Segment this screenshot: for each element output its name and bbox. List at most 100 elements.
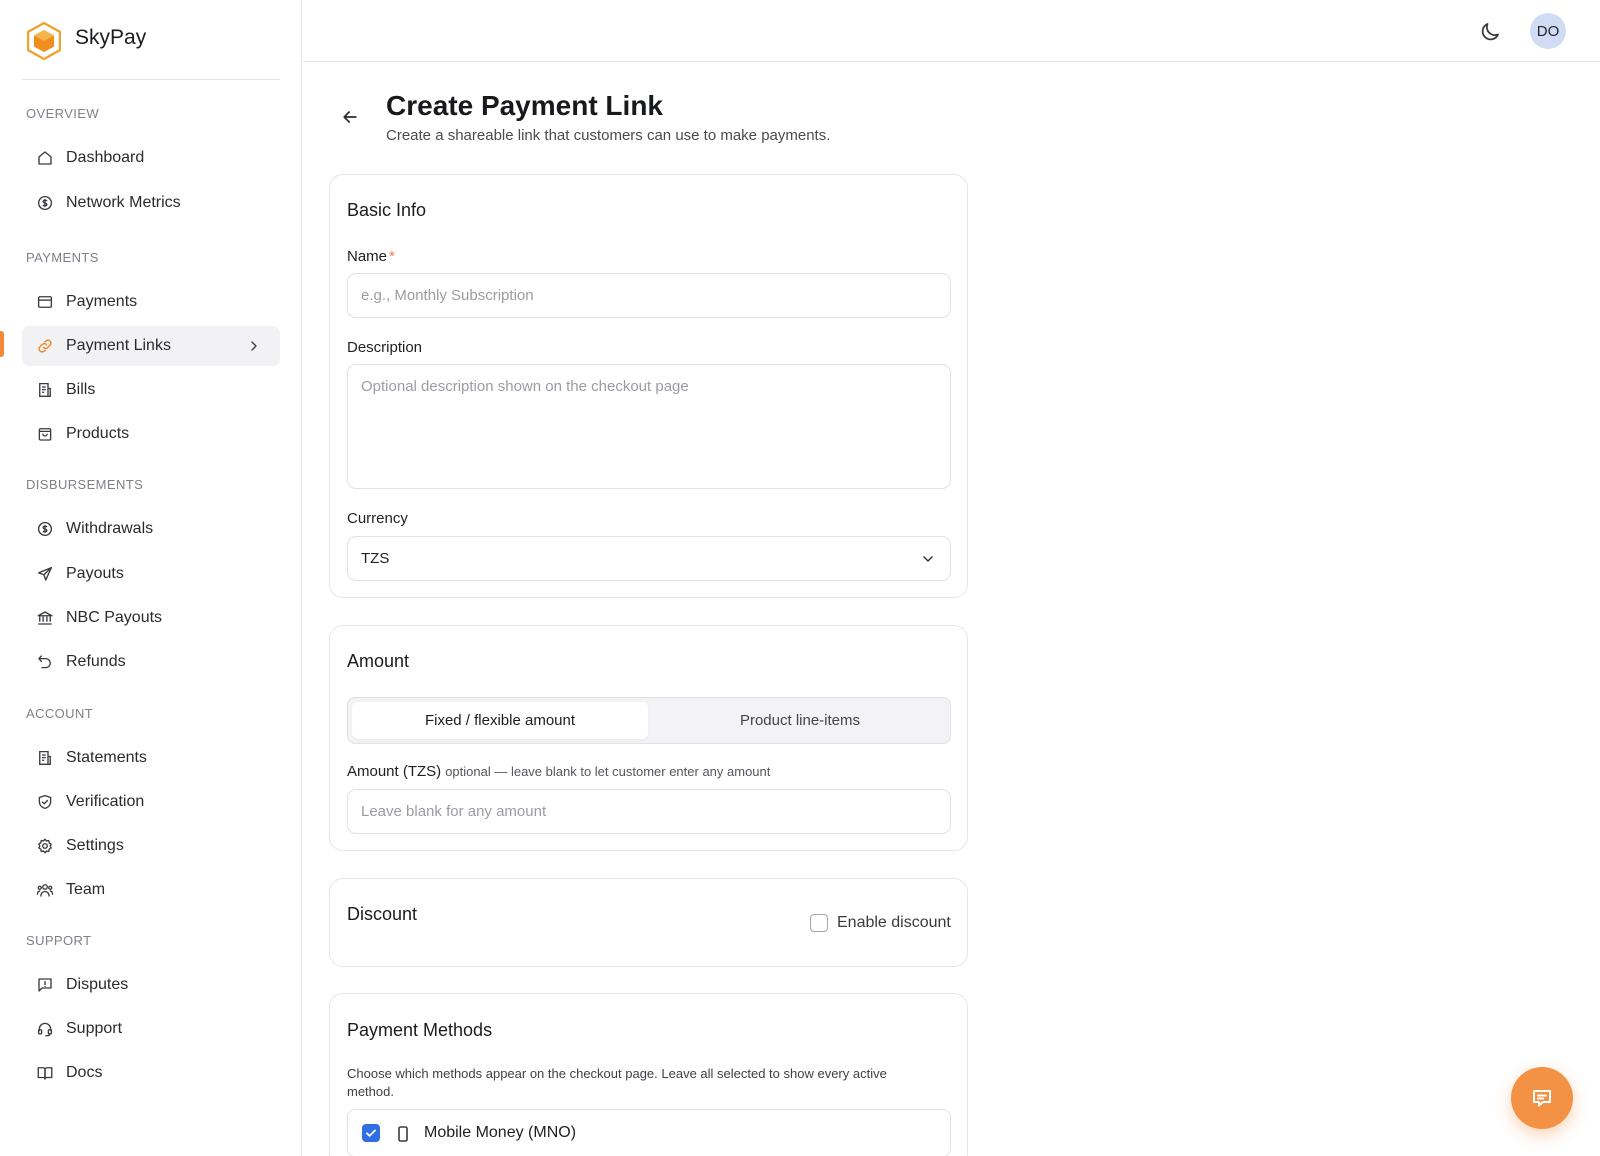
sidebar-item-support[interactable]: Support [22, 1009, 280, 1049]
sidebar-item-nbc-payouts[interactable]: NBC Payouts [22, 598, 280, 638]
sidebar-item-label: Network Metrics [66, 194, 181, 211]
sidebar-item-payments[interactable]: Payments [22, 282, 280, 322]
dollar-circle-icon [36, 520, 54, 538]
chat-icon [1533, 1090, 1551, 1107]
sidebar-item-label: Payouts [66, 565, 124, 582]
sidebar-item-label: Refunds [66, 653, 126, 670]
description-textarea[interactable] [347, 364, 951, 489]
sidebar-item-label: Bills [66, 381, 96, 398]
required-mark: * [389, 248, 395, 265]
flag-message-icon [36, 976, 54, 994]
sidebar-item-products[interactable]: Products [22, 414, 280, 454]
amount-label: Amount (TZS) optional — leave blank to le… [347, 763, 770, 780]
card-icon [36, 293, 54, 311]
card-title: Discount [347, 904, 418, 924]
sidebar-item-refunds[interactable]: Refunds [22, 642, 280, 682]
sidebar-item-payment-links[interactable]: Payment Links [22, 326, 280, 366]
mobile-money-checkbox[interactable] [362, 1124, 380, 1142]
brand-name: SkyPay [75, 26, 147, 49]
sidebar-item-verification[interactable]: Verification [22, 782, 280, 822]
description-label: Description [347, 339, 423, 356]
dollar-circle-icon [36, 194, 54, 212]
sidebar: SkyPay OVERVIEW Dashboard Network Metric… [0, 0, 302, 1156]
shield-icon [36, 793, 54, 811]
book-icon [36, 1064, 54, 1082]
section-account: ACCOUNT [26, 706, 94, 721]
card-title: Amount [347, 651, 410, 671]
top-bar [303, 0, 1600, 62]
tab-fixed-amount[interactable]: Fixed / flexible amount [352, 702, 648, 739]
amount-input[interactable] [347, 789, 951, 834]
sidebar-item-settings[interactable]: Settings [22, 826, 280, 866]
section-support: SUPPORT [26, 933, 92, 948]
currency-value: TZS [361, 550, 390, 567]
currency-label: Currency [347, 510, 408, 527]
skypay-logo-icon [27, 22, 61, 60]
active-indicator [0, 331, 4, 357]
name-input[interactable] [347, 273, 951, 318]
users-icon [36, 881, 54, 899]
basic-info-card: Basic Info Name* Description Currency TZ… [329, 174, 968, 598]
sidebar-item-team[interactable]: Team [22, 870, 280, 910]
sidebar-item-label: Products [66, 425, 130, 442]
page-subtitle: Create a shareable link that customers c… [386, 127, 831, 144]
avatar[interactable]: DO [1530, 13, 1566, 49]
currency-select[interactable]: TZS [347, 536, 951, 581]
brand: SkyPay [22, 0, 280, 80]
sidebar-item-label: Support [66, 1020, 123, 1037]
bag-icon [36, 425, 54, 443]
link-icon [36, 337, 54, 355]
sidebar-item-withdrawals[interactable]: Withdrawals [22, 509, 280, 549]
sidebar-item-payouts[interactable]: Payouts [22, 554, 280, 594]
sidebar-item-label: Dashboard [66, 149, 145, 166]
name-label: Name * [347, 248, 395, 265]
amount-hint: optional — leave blank to let customer e… [445, 764, 771, 779]
method-row-mobile-money[interactable]: Mobile Money (MNO) [347, 1109, 951, 1156]
chevron-right-icon [251, 341, 257, 351]
home-icon [36, 149, 54, 167]
section-payments: PAYMENTS [26, 250, 99, 265]
card-title: Basic Info [347, 200, 427, 220]
gear-icon [36, 837, 54, 855]
headset-icon [36, 1020, 54, 1038]
sidebar-item-disputes[interactable]: Disputes [22, 965, 280, 1005]
sidebar-item-label: Disputes [66, 976, 129, 993]
bank-icon [36, 609, 54, 627]
discount-card: Discount Enable discount [329, 878, 968, 967]
sidebar-item-network-metrics[interactable]: Network Metrics [22, 183, 280, 223]
sidebar-item-label: Settings [66, 837, 124, 854]
section-overview: OVERVIEW [26, 106, 100, 121]
payment-methods-description: Choose which methods appear on the check… [347, 1066, 887, 1099]
send-icon [36, 565, 54, 583]
sidebar-item-label: Withdrawals [66, 520, 154, 537]
enable-discount-checkbox[interactable] [810, 914, 828, 932]
sidebar-item-statements[interactable]: Statements [22, 738, 280, 778]
sidebar-item-dashboard[interactable]: Dashboard [22, 138, 280, 178]
sidebar-item-label: Team [66, 881, 106, 898]
tab-product-line-items[interactable]: Product line-items [652, 702, 948, 739]
sidebar-item-label: Statements [66, 749, 147, 766]
sidebar-item-docs[interactable]: Docs [22, 1053, 280, 1093]
back-arrow-icon[interactable] [340, 107, 360, 127]
name-label-text: Name [347, 248, 388, 265]
undo-icon [36, 653, 54, 671]
sidebar-item-label: Payment Links [66, 337, 171, 354]
card-title: Payment Methods [347, 1020, 493, 1040]
checkmark-icon [366, 1129, 376, 1137]
payment-methods-card: Payment Methods Choose which methods app… [329, 993, 968, 1156]
enable-discount-label[interactable]: Enable discount [837, 914, 951, 932]
sidebar-item-label: Payments [66, 293, 138, 310]
method-label: Mobile Money (MNO) [424, 1124, 577, 1141]
receipt-icon [36, 749, 54, 767]
receipt-icon [36, 381, 54, 399]
phone-icon [398, 1126, 408, 1142]
amount-card: Amount Fixed / flexible amount Product l… [329, 625, 968, 851]
chat-button[interactable] [1511, 1067, 1573, 1129]
moon-icon[interactable] [1478, 20, 1502, 44]
page-title: Create Payment Link [386, 90, 663, 121]
sidebar-item-label: Docs [66, 1064, 103, 1081]
amount-label-text: Amount (TZS) [347, 763, 442, 780]
sidebar-item-label: Verification [66, 793, 145, 810]
section-disbursements: DISBURSEMENTS [26, 477, 144, 492]
sidebar-item-bills[interactable]: Bills [22, 370, 280, 410]
